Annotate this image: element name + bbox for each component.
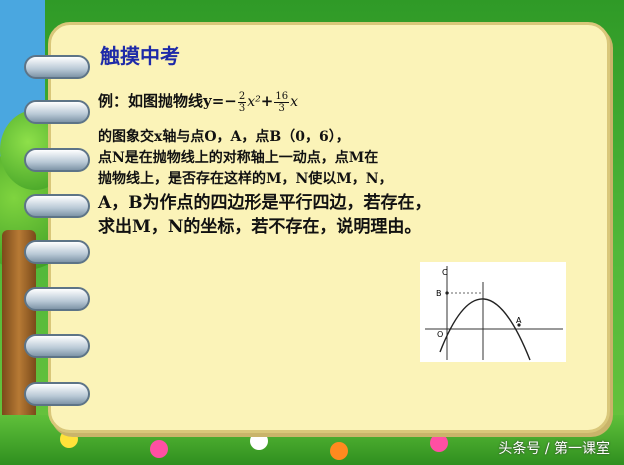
label-b: B	[436, 289, 442, 298]
binder-ring	[24, 334, 90, 358]
example-equation-line: 例：如图抛物线y=− 2 3 x²+ 16 3 x	[98, 90, 298, 114]
fraction-two-thirds: 23	[237, 90, 247, 114]
binder-ring	[24, 55, 90, 79]
fraction-sixteen-thirds: 16 3	[274, 90, 290, 114]
flower-decoration	[330, 442, 348, 460]
flower-decoration	[250, 432, 268, 450]
binder-ring	[24, 100, 90, 124]
slide-title: 触摸中考	[100, 44, 180, 68]
x-squared: x²	[247, 94, 261, 110]
flower-decoration	[430, 434, 448, 452]
flower-decoration	[150, 440, 168, 458]
parabola-graph: C B O A	[420, 262, 566, 362]
problem-line-2: 点N是在抛物线上的对称轴上一动点，点M在	[98, 150, 379, 166]
binder-ring	[24, 287, 90, 311]
plus-sign: +	[260, 92, 274, 110]
parabola-svg: C B O A	[425, 266, 563, 361]
binder-ring	[24, 194, 90, 218]
x-variable: x	[290, 94, 298, 110]
binder-ring	[24, 382, 90, 406]
problem-line-3: 抛物线上，是否存在这样的M，N使以M，N，	[98, 171, 393, 187]
label-c: C	[442, 268, 448, 277]
problem-line-5: 求出M，N的坐标，若不存在，说明理由。	[98, 217, 422, 237]
label-a: A	[516, 316, 522, 325]
label-o: O	[437, 330, 443, 339]
point-b	[445, 291, 449, 295]
problem-line-1: 的图象交x轴与点O，A，点B（0，6），	[98, 129, 350, 145]
binder-ring	[24, 148, 90, 172]
example-prefix: 例：如图抛物线y=−	[98, 92, 237, 110]
watermark-text: 头条号 / 第一课室	[498, 441, 610, 457]
binder-ring	[24, 240, 90, 264]
problem-line-4: A，B为作点的四边形是平行四边，若存在，	[98, 193, 432, 213]
